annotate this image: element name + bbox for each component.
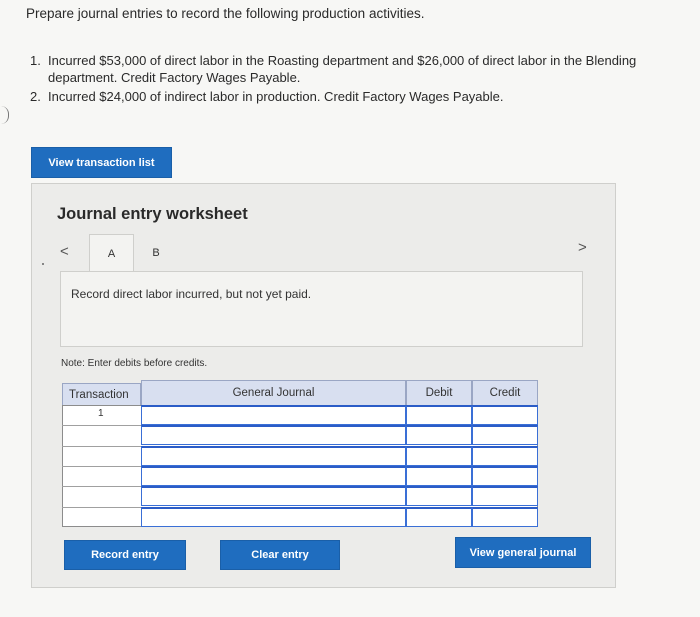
clear-entry-button[interactable]: Clear entry	[220, 540, 340, 570]
instructions-text: Prepare journal entries to record the fo…	[26, 6, 425, 21]
view-general-journal-button[interactable]: View general journal	[455, 537, 591, 568]
account-input[interactable]	[141, 466, 406, 486]
account-input[interactable]	[141, 405, 406, 425]
credit-input[interactable]	[472, 486, 538, 506]
activity-text-line: Incurred $24,000 of indirect labor in pr…	[48, 89, 504, 104]
entry-description: Record direct labor incurred, but not ye…	[71, 287, 312, 301]
debit-input[interactable]	[406, 507, 472, 527]
credit-input[interactable]	[472, 425, 538, 445]
activity-number: 1.	[30, 53, 41, 68]
activity-number: 2.	[30, 89, 41, 104]
entry-note: Note: Enter debits before credits.	[61, 358, 208, 369]
transaction-column-header: Transaction	[62, 383, 141, 406]
chevron-right-icon[interactable]: >	[578, 239, 587, 256]
account-input[interactable]	[141, 425, 406, 445]
general-journal-column-header: General Journal	[141, 380, 406, 406]
debit-input[interactable]	[406, 446, 472, 466]
credit-input[interactable]	[472, 466, 538, 486]
account-input[interactable]	[141, 446, 406, 466]
credit-input[interactable]	[472, 405, 538, 425]
chevron-left-icon[interactable]: <	[60, 243, 69, 260]
activity-text-line: department. Credit Factory Wages Payable…	[48, 70, 301, 85]
transaction-number: 1	[98, 408, 104, 419]
credit-input[interactable]	[472, 507, 538, 527]
account-input[interactable]	[141, 507, 406, 527]
debit-input[interactable]	[406, 405, 472, 425]
tab-b[interactable]: B	[134, 234, 178, 272]
debit-input[interactable]	[406, 425, 472, 445]
tab-a[interactable]: A	[89, 234, 134, 272]
debit-input[interactable]	[406, 486, 472, 506]
entry-description-box	[60, 271, 583, 347]
credit-column-header: Credit	[472, 380, 538, 406]
activity-item-2: 2. Incurred $24,000 of indirect labor in…	[30, 88, 695, 106]
debit-column-header: Debit	[406, 380, 472, 406]
account-input[interactable]	[141, 486, 406, 506]
debit-input[interactable]	[406, 466, 472, 486]
page-edge-mark	[0, 106, 9, 124]
worksheet-title: Journal entry worksheet	[57, 205, 248, 223]
dot-marker	[42, 263, 44, 265]
record-entry-button[interactable]: Record entry	[64, 540, 186, 570]
activity-text-line: Incurred $53,000 of direct labor in the …	[48, 53, 637, 68]
view-transaction-list-button[interactable]: View transaction list	[31, 147, 172, 178]
credit-input[interactable]	[472, 446, 538, 466]
activity-item-1: 1. Incurred $53,000 of direct labor in t…	[30, 52, 695, 88]
